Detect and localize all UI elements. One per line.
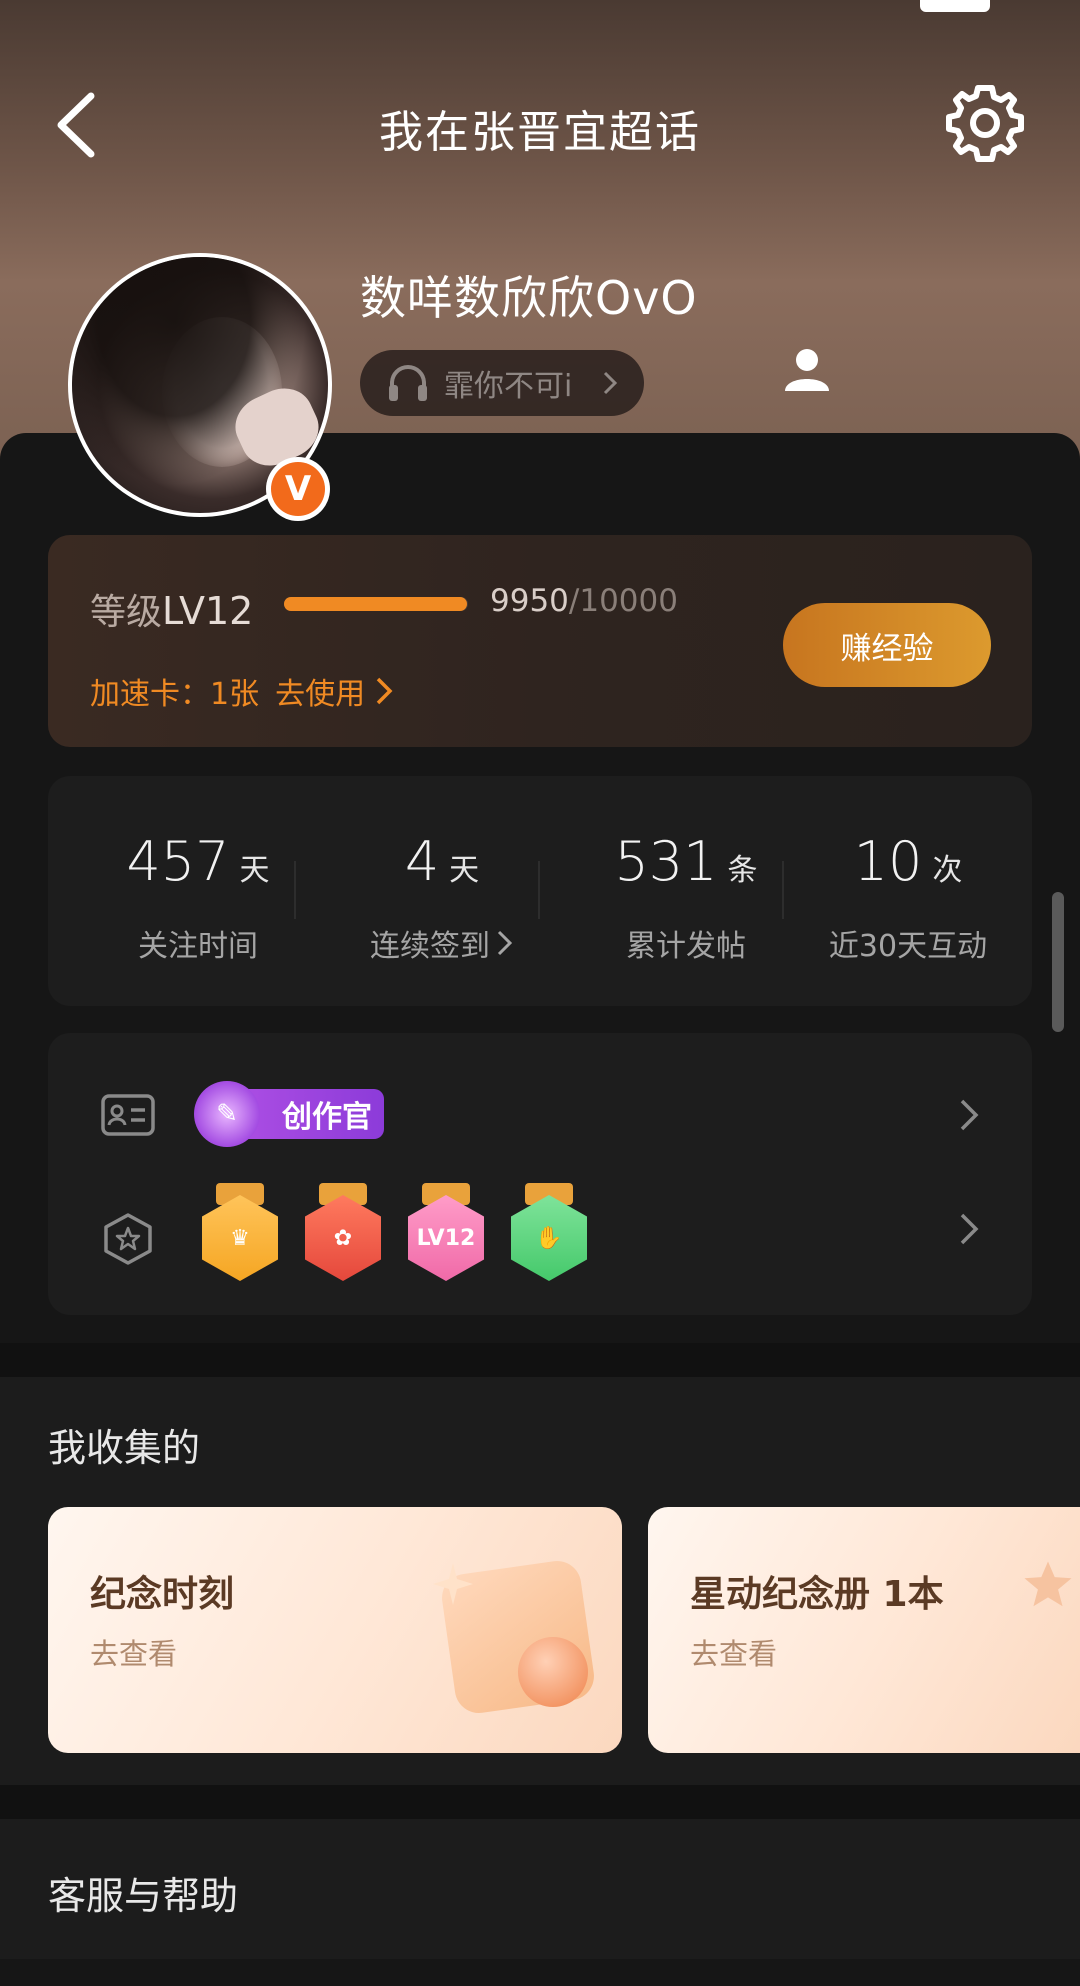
divider [294,861,296,919]
medal-hex: ✿ [305,1195,381,1281]
boost-use-link[interactable]: 去使用 [275,669,365,713]
level-label: 等级LV12 [90,583,253,635]
crown-medal-icon[interactable]: ♛ [200,1183,280,1283]
stat-follow-days: 457 天 关注时间 [76,830,320,965]
section-divider [0,1343,1080,1377]
level-current: 9950 [490,583,569,619]
stat-unit: 条 [727,853,758,888]
lv12-medal-icon[interactable]: LV12 [406,1183,486,1283]
help-title: 客服与帮助 [48,1874,239,1918]
stat-checkin-streak[interactable]: 4天 连续签到 [320,830,564,965]
level-max: /10000 [568,583,678,619]
creator-tag-label: 创作官 [282,1100,372,1135]
stats-card: 457 天 关注时间 4天 连续签到 531 条 累计发帖 10 次 近30天互动 [48,776,1032,1006]
level-value: LV12 [162,589,254,633]
chevron-right-icon[interactable] [948,1209,988,1249]
star-icon [1024,1561,1072,1607]
verified-badge: V [266,457,330,521]
medal-hex: LV12 [408,1195,484,1281]
music-pill[interactable]: 霏你不可i [360,350,644,416]
collection-card-link[interactable]: 去查看 [90,1631,177,1673]
collections-title: 我收集的 [48,1426,201,1470]
divider [782,861,784,919]
earn-experience-button[interactable]: 赚经验 [783,603,991,687]
username: 数咩数欣欣OvO [360,271,698,325]
headphones-icon [389,365,427,401]
id-card-icon [101,1094,155,1136]
scrollbar[interactable] [1052,892,1064,1032]
medal-icon [104,1213,152,1265]
chevron-right-icon [497,930,513,956]
collection-card-title: 星动纪念册 1本 [690,1574,944,1615]
stat-value: 4 [404,830,440,893]
collection-card-moments[interactable]: 纪念时刻 去查看 [48,1507,622,1753]
section-divider [0,1785,1080,1819]
creator-emblem-icon: ✎ [194,1081,260,1147]
medal-hex: ♛ [202,1195,278,1281]
help-section[interactable]: 客服与帮助 [0,1819,1080,1986]
gear-icon[interactable] [940,78,1030,168]
battery-icon [920,0,990,12]
user-icon[interactable] [782,345,832,395]
music-label: 霏你不可i [444,369,573,404]
level-progress-text: 9950/10000 [490,583,678,619]
medal-hex: ✋ [511,1195,587,1281]
stat-value: 457 [126,830,230,893]
collection-card-link[interactable]: 去查看 [690,1631,777,1673]
chevron-right-icon[interactable] [948,1095,988,1135]
sparkle-icon [433,1563,473,1605]
creator-tag[interactable]: ✎ 创作官 [194,1081,384,1147]
level-card: 等级LV12 9950/10000 加速卡：1张 去使用 赚经验 [48,535,1032,747]
level-progress-bar [284,597,468,611]
mascot-medal-icon[interactable]: ✿ [303,1183,383,1283]
stat-unit: 天 [239,853,270,888]
stat-value: 531 [614,830,718,893]
stat-label: 近30天互动 [828,929,988,964]
badge-card: ✎ 创作官 ♛ ✿ LV12 ✋ [48,1033,1032,1315]
top-bar: 我在张晋宜超话 [0,70,1080,180]
stat-value: 10 [853,830,923,893]
level-progress-fill [284,597,468,611]
hand-medal-icon[interactable]: ✋ [509,1183,589,1283]
stat-label: 关注时间 [138,929,258,964]
stat-label: 累计发帖 [626,929,746,964]
collection-card-album[interactable]: 星动纪念册 1本 去查看 [648,1507,1080,1753]
stat-total-posts: 531 条 累计发帖 [564,830,808,965]
heart-icon [518,1637,588,1707]
divider [538,861,540,919]
stat-interactions: 10 次 近30天互动 [786,830,1030,965]
level-prefix: 等级 [90,592,163,633]
boost-count: 加速卡：1张 [90,677,260,712]
status-bar [0,0,1080,18]
stat-unit: 天 [449,853,480,888]
stat-unit: 次 [932,853,963,888]
help-bottom-strip [0,1959,1080,1986]
collection-card-title: 纪念时刻 [90,1574,235,1615]
stat-label: 连续签到 [370,929,490,964]
boost-card-link[interactable]: 加速卡：1张 去使用 [90,669,393,713]
chevron-right-icon [376,677,393,705]
verified-v-icon: V [271,462,325,516]
chevron-right-icon [603,371,618,395]
page-title: 我在张晋宜超话 [379,107,701,158]
collections-section: 我收集的 纪念时刻 去查看 星动纪念册 1本 去查看 [0,1377,1080,1785]
